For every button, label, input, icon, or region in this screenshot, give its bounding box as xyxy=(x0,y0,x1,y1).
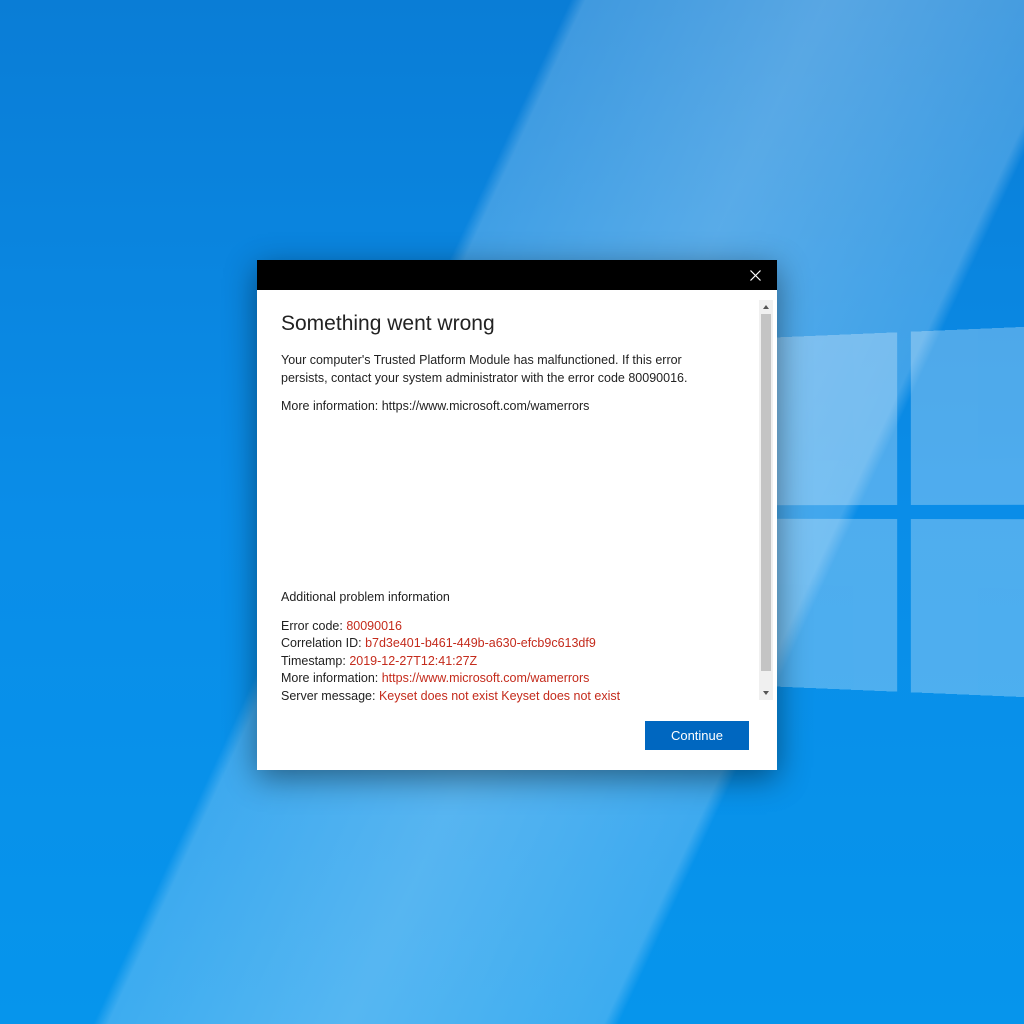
windows-logo-icon xyxy=(735,324,1024,700)
error-code-line: Error code: 80090016 xyxy=(281,618,749,636)
error-code-value: 80090016 xyxy=(346,619,402,633)
error-code-label: Error code: xyxy=(281,619,346,633)
more-info-detail-label: More information: xyxy=(281,671,382,685)
timestamp-line: Timestamp: 2019-12-27T12:41:27Z xyxy=(281,653,749,671)
chevron-up-icon xyxy=(762,303,770,311)
more-info-line: More information: https://www.microsoft.… xyxy=(281,399,749,413)
dialog-titlebar xyxy=(257,260,777,290)
close-button[interactable] xyxy=(733,260,777,290)
correlation-id-line: Correlation ID: b7d3e401-b461-449b-a630-… xyxy=(281,635,749,653)
error-details: Error code: 80090016 Correlation ID: b7d… xyxy=(281,618,749,706)
scroll-thumb[interactable] xyxy=(761,314,771,671)
more-info-detail-line: More information: https://www.microsoft.… xyxy=(281,670,749,688)
correlation-id-label: Correlation ID: xyxy=(281,636,365,650)
timestamp-value: 2019-12-27T12:41:27Z xyxy=(349,654,477,668)
dialog-body: Something went wrong Your computer's Tru… xyxy=(257,290,777,770)
server-message-label: Server message: xyxy=(281,689,379,703)
chevron-down-icon xyxy=(762,689,770,697)
server-message-line: Server message: Keyset does not exist Ke… xyxy=(281,688,749,706)
server-message-value: Keyset does not exist Keyset does not ex… xyxy=(379,689,620,703)
error-dialog: Something went wrong Your computer's Tru… xyxy=(257,260,777,770)
more-info-detail-value: https://www.microsoft.com/wamerrors xyxy=(382,671,590,685)
dialog-heading: Something went wrong xyxy=(281,312,749,336)
additional-info-heading: Additional problem information xyxy=(281,590,749,604)
more-info-url: https://www.microsoft.com/wamerrors xyxy=(382,399,590,413)
timestamp-label: Timestamp: xyxy=(281,654,349,668)
scrollbar[interactable] xyxy=(759,300,773,700)
more-info-label: More information: xyxy=(281,399,382,413)
continue-button[interactable]: Continue xyxy=(645,721,749,750)
scroll-track[interactable] xyxy=(759,314,773,686)
dialog-footer: Continue xyxy=(281,721,749,750)
correlation-id-value: b7d3e401-b461-449b-a630-efcb9c613df9 xyxy=(365,636,596,650)
scroll-up-arrow[interactable] xyxy=(759,300,773,314)
close-icon xyxy=(750,270,761,281)
scroll-down-arrow[interactable] xyxy=(759,686,773,700)
error-message: Your computer's Trusted Platform Module … xyxy=(281,352,749,387)
